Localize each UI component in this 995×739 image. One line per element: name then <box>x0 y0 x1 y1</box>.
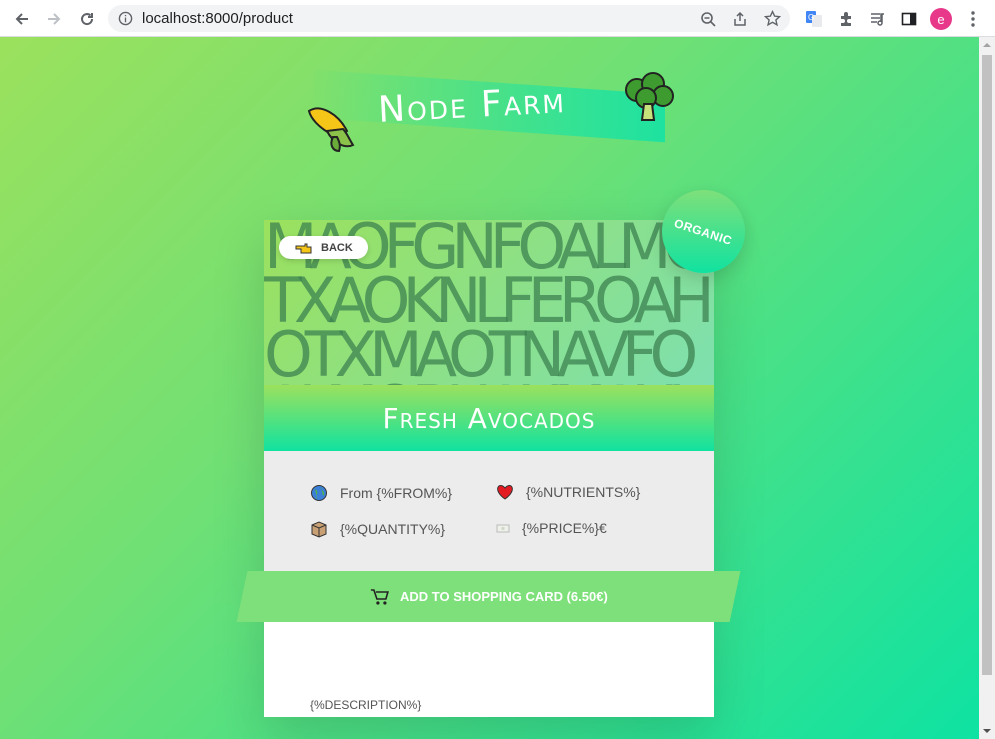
page-background: Node Farm MAOFGNFOALMOTXAOKNLFEROAHOTXMA… <box>0 37 979 739</box>
product-image: MAOFGNFOALMOTXAOKNLFEROAHOTXMAOTNAVFOALM… <box>264 220 714 385</box>
product-name: Fresh Avocados <box>382 401 596 435</box>
detail-price: {%PRICE%}€ <box>496 520 607 536</box>
price-text: {%PRICE%}€ <box>522 520 607 536</box>
more-menu-icon[interactable] <box>962 8 984 30</box>
nutrients-text: {%NUTRIENTS%} <box>526 484 641 500</box>
reload-icon[interactable] <box>75 7 99 31</box>
product-description: {%DESCRIPTION%} <box>310 698 422 712</box>
heart-icon <box>497 485 513 500</box>
globe-icon <box>311 485 327 501</box>
pointing-hand-icon <box>295 243 312 253</box>
product-details: From {%FROM%} {%NUTRIENTS%} {%QUANTITY%}… <box>264 451 714 581</box>
zoom-icon[interactable] <box>700 11 716 27</box>
quantity-text: {%QUANTITY%} <box>340 521 446 537</box>
from-text: From {%FROM%} <box>340 485 453 501</box>
detail-from: From {%FROM%} <box>310 484 452 502</box>
money-icon <box>496 524 510 533</box>
translate-icon[interactable]: G <box>803 8 825 30</box>
detail-quantity: {%QUANTITY%} <box>310 520 445 538</box>
share-icon[interactable] <box>732 11 748 27</box>
svg-text:G: G <box>808 13 814 22</box>
product-card: MAOFGNFOALMOTXAOKNLFEROAHOTXMAOTNAVFOALM… <box>264 220 714 717</box>
browser-toolbar: localhost:8000/product G e <box>0 0 995 37</box>
url-text[interactable]: localhost:8000/product <box>142 10 293 27</box>
add-to-cart-button[interactable]: ADD TO SHOPPING CARD (6.50€) <box>236 571 741 622</box>
back-arrow-icon[interactable] <box>10 7 34 31</box>
scroll-down-icon[interactable] <box>983 727 991 735</box>
organic-badge-text: ORGANIC <box>672 215 735 248</box>
address-bar[interactable]: localhost:8000/product <box>108 5 790 32</box>
scrollbar-thumb[interactable] <box>982 55 992 675</box>
profile-avatar[interactable]: e <box>930 8 952 30</box>
product-title-band: Fresh Avocados <box>264 385 714 451</box>
star-icon[interactable] <box>764 10 781 27</box>
broccoli-icon <box>622 72 676 128</box>
shopping-cart-icon <box>370 588 389 605</box>
organic-badge: ORGANIC <box>662 190 745 273</box>
forward-arrow-icon[interactable] <box>42 7 66 31</box>
back-label: BACK <box>321 241 353 254</box>
add-to-cart-label: ADD TO SHOPPING CARD (6.50€) <box>399 589 608 604</box>
detail-nutrients: {%NUTRIENTS%} <box>496 484 640 500</box>
back-button[interactable]: BACK <box>279 236 368 259</box>
scroll-up-icon[interactable] <box>983 41 991 49</box>
side-panel-icon[interactable] <box>898 8 920 30</box>
extensions-icon[interactable] <box>835 8 857 30</box>
box-icon <box>311 521 327 538</box>
media-icon[interactable] <box>867 8 889 30</box>
corn-icon <box>303 101 359 157</box>
info-icon[interactable] <box>118 11 133 26</box>
page-scrollbar[interactable] <box>979 37 995 739</box>
